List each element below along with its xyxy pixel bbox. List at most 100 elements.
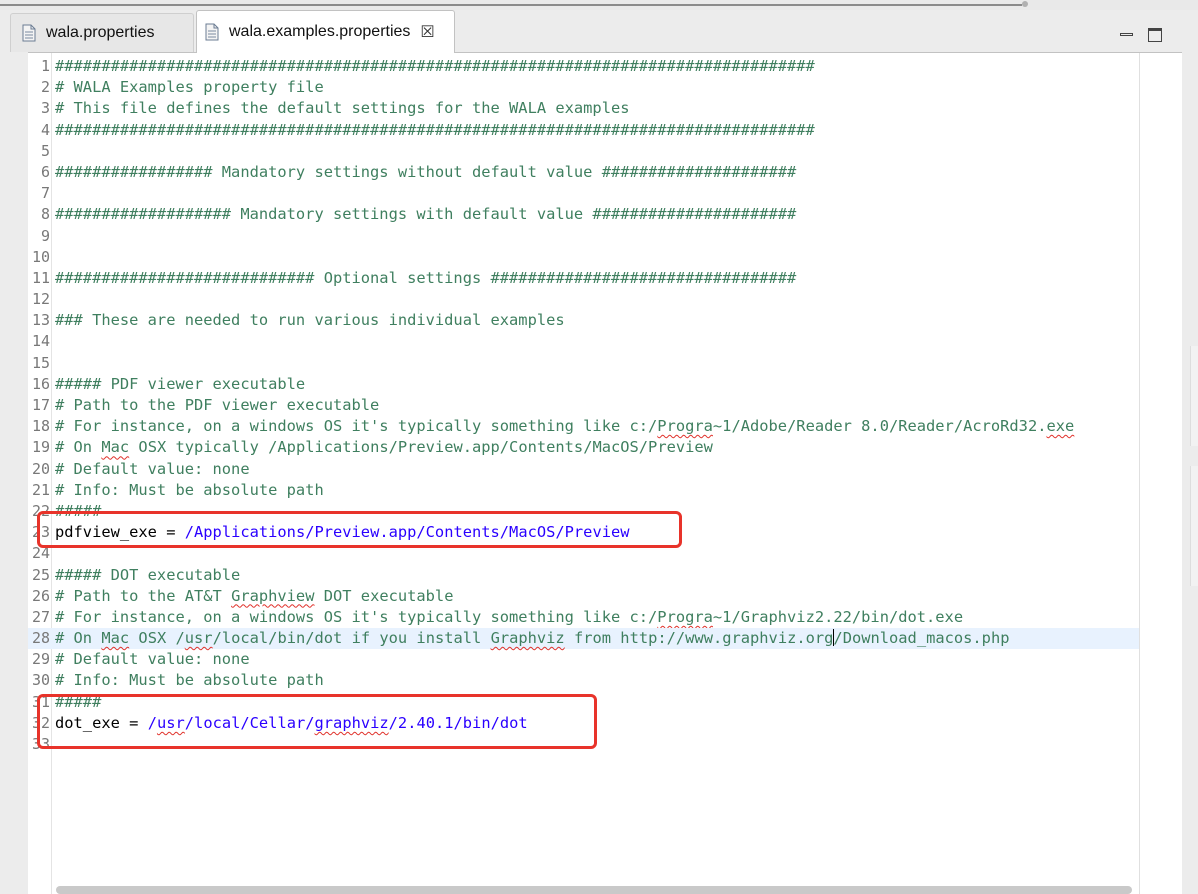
tab-wala-properties[interactable]: wala.properties [10, 13, 194, 52]
line-text[interactable]: ################### Mandatory settings w… [55, 204, 796, 225]
line-number: 2 [40, 78, 50, 97]
top-divider-handle[interactable] [1022, 1, 1028, 7]
comment-text: # For instance, on a windows OS it's typ… [55, 607, 658, 626]
code-line[interactable]: 18 # For instance, on a windows OS it's t… [28, 416, 1139, 437]
code-area[interactable]: 1 #######################################… [28, 56, 1139, 755]
spelling-error: usr [156, 713, 185, 732]
code-line[interactable]: 14 [28, 331, 1139, 352]
code-line[interactable]: 31 ##### [28, 692, 1139, 713]
code-line[interactable]: 6 ################# Mandatory settings wi… [28, 162, 1139, 183]
minimize-icon[interactable] [1120, 28, 1134, 42]
code-line[interactable]: 5 [28, 141, 1139, 162]
code-line[interactable]: 27 # For instance, on a windows OS it's t… [28, 607, 1139, 628]
line-text[interactable]: pdfview_exe = /Applications/Preview.app/… [55, 522, 630, 543]
comment-text: DOT executable [314, 586, 454, 605]
line-text[interactable]: # This file defines the default settings… [55, 98, 630, 119]
code-line[interactable]: 8 ################### Mandatory settings … [28, 204, 1139, 225]
code-line[interactable]: 2 # WALA Examples property file [28, 77, 1139, 98]
code-line[interactable]: 25 ##### DOT executable [28, 565, 1139, 586]
code-line[interactable]: 7 [28, 183, 1139, 204]
code-line[interactable]: 19 # On Mac OSX typically /Applications/P… [28, 437, 1139, 458]
spelling-error: usr [184, 629, 213, 648]
window-top-strip [0, 0, 1198, 10]
code-line[interactable]: 24 [28, 543, 1139, 564]
comment-text: # On [55, 629, 102, 648]
code-line[interactable]: 13 ### These are needed to run various in… [28, 310, 1139, 331]
code-line[interactable]: 9 [28, 226, 1139, 247]
line-text[interactable]: # Default value: none [55, 649, 250, 670]
line-text[interactable]: # On Mac OSX /usr/local/bin/dot if you i… [55, 628, 1009, 649]
properties-file-icon [205, 23, 219, 41]
line-number: 22 [31, 501, 50, 520]
comment-text: ########################################… [55, 57, 815, 75]
code-line[interactable]: 28 # On Mac OSX /usr/local/bin/dot if you… [28, 628, 1139, 650]
code-line[interactable]: 26 # Path to the AT&T Graphview DOT execu… [28, 586, 1139, 607]
line-text[interactable]: # WALA Examples property file [55, 77, 324, 98]
close-tab-icon[interactable]: ☒ [420, 22, 434, 42]
code-line[interactable]: 32 dot_exe = /usr/local/Cellar/graphviz/2… [28, 713, 1139, 734]
line-text[interactable]: ### These are needed to run various indi… [55, 310, 565, 331]
line-text[interactable]: # Info: Must be absolute path [55, 670, 324, 691]
comment-text: ########################################… [55, 120, 815, 139]
comment-text: ##### [55, 501, 102, 520]
code-line[interactable]: 3 # This file defines the default setting… [28, 98, 1139, 119]
maximize-icon[interactable] [1148, 28, 1162, 42]
line-text[interactable]: ########################################… [55, 120, 815, 141]
line-text[interactable]: ##### [55, 501, 101, 522]
comment-text: /local/bin/dot if you install [212, 629, 491, 648]
line-text[interactable]: ########################################… [55, 56, 815, 77]
line-text[interactable]: # Path to the AT&T Graphview DOT executa… [55, 586, 453, 607]
line-text[interactable]: ##### PDF viewer executable [55, 374, 305, 395]
code-line[interactable]: 29 # Default value: none [28, 649, 1139, 670]
code-line[interactable]: 17 # Path to the PDF viewer executable [28, 395, 1139, 416]
code-line[interactable]: 10 [28, 247, 1139, 268]
line-text[interactable]: ##### [55, 692, 101, 713]
line-number: 10 [31, 247, 50, 266]
comment-text: # Info: Must be absolute path [55, 480, 324, 499]
line-text[interactable]: # Info: Must be absolute path [55, 480, 324, 501]
comment-text: ################# Mandatory settings wit… [55, 162, 797, 181]
comment-text: # Default value: none [55, 459, 250, 478]
print-margin-line [1139, 53, 1140, 894]
code-line[interactable]: 33 [28, 734, 1139, 755]
code-line[interactable]: 4 #######################################… [28, 120, 1139, 141]
line-text[interactable]: dot_exe = /usr/local/Cellar/graphviz/2.4… [55, 713, 528, 734]
property-value: /2.40.1/bin/dot [388, 713, 528, 732]
line-number: 3 [40, 99, 50, 118]
code-line[interactable]: 22 ##### [28, 501, 1139, 522]
line-text[interactable]: # For instance, on a windows OS it's typ… [55, 416, 1074, 437]
code-line[interactable]: 30 # Info: Must be absolute path [28, 670, 1139, 691]
comment-text: ### These are needed to run various indi… [55, 311, 565, 330]
tab-label: wala.examples.properties [229, 23, 411, 40]
line-number: 26 [31, 586, 50, 605]
line-text[interactable]: # For instance, on a windows OS it's typ… [55, 607, 963, 628]
line-number: 19 [31, 438, 50, 457]
code-line[interactable]: 1 #######################################… [28, 56, 1139, 77]
tab-wala-examples-properties[interactable]: wala.examples.properties ☒ [196, 10, 455, 53]
line-text[interactable]: # Path to the PDF viewer executable [55, 395, 379, 416]
line-text[interactable]: # On Mac OSX typically /Applications/Pre… [55, 437, 713, 458]
text-editor[interactable]: 1 #######################################… [28, 52, 1182, 894]
code-line[interactable]: 12 [28, 289, 1139, 310]
comment-text: # Info: Must be absolute path [55, 671, 324, 690]
spelling-error: Graphview [231, 586, 315, 605]
horizontal-scrollbar[interactable] [56, 886, 1132, 894]
code-line[interactable]: 15 [28, 353, 1139, 374]
code-line[interactable]: 23 pdfview_exe = /Applications/Preview.ap… [28, 522, 1139, 543]
line-number: 11 [31, 268, 50, 287]
code-line[interactable]: 11 ############################ Optional … [28, 268, 1139, 289]
line-text[interactable]: # Default value: none [55, 459, 250, 480]
spelling-error: Graphviz [490, 629, 565, 648]
line-number: 12 [31, 290, 50, 309]
code-line[interactable]: 16 ##### PDF viewer executable [28, 374, 1139, 395]
spelling-error: Progra [657, 607, 713, 626]
line-number: 32 [31, 713, 50, 732]
property-key: pdfview_exe [55, 523, 157, 542]
line-text[interactable]: ##### DOT executable [55, 565, 240, 586]
property-value: / [147, 713, 157, 732]
code-line[interactable]: 21 # Info: Must be absolute path [28, 480, 1139, 501]
comment-text: OSX / [129, 629, 185, 648]
line-text[interactable]: ################# Mandatory settings wit… [55, 162, 796, 183]
code-line[interactable]: 20 # Default value: none [28, 459, 1139, 480]
line-text[interactable]: ############################ Optional se… [55, 268, 796, 289]
